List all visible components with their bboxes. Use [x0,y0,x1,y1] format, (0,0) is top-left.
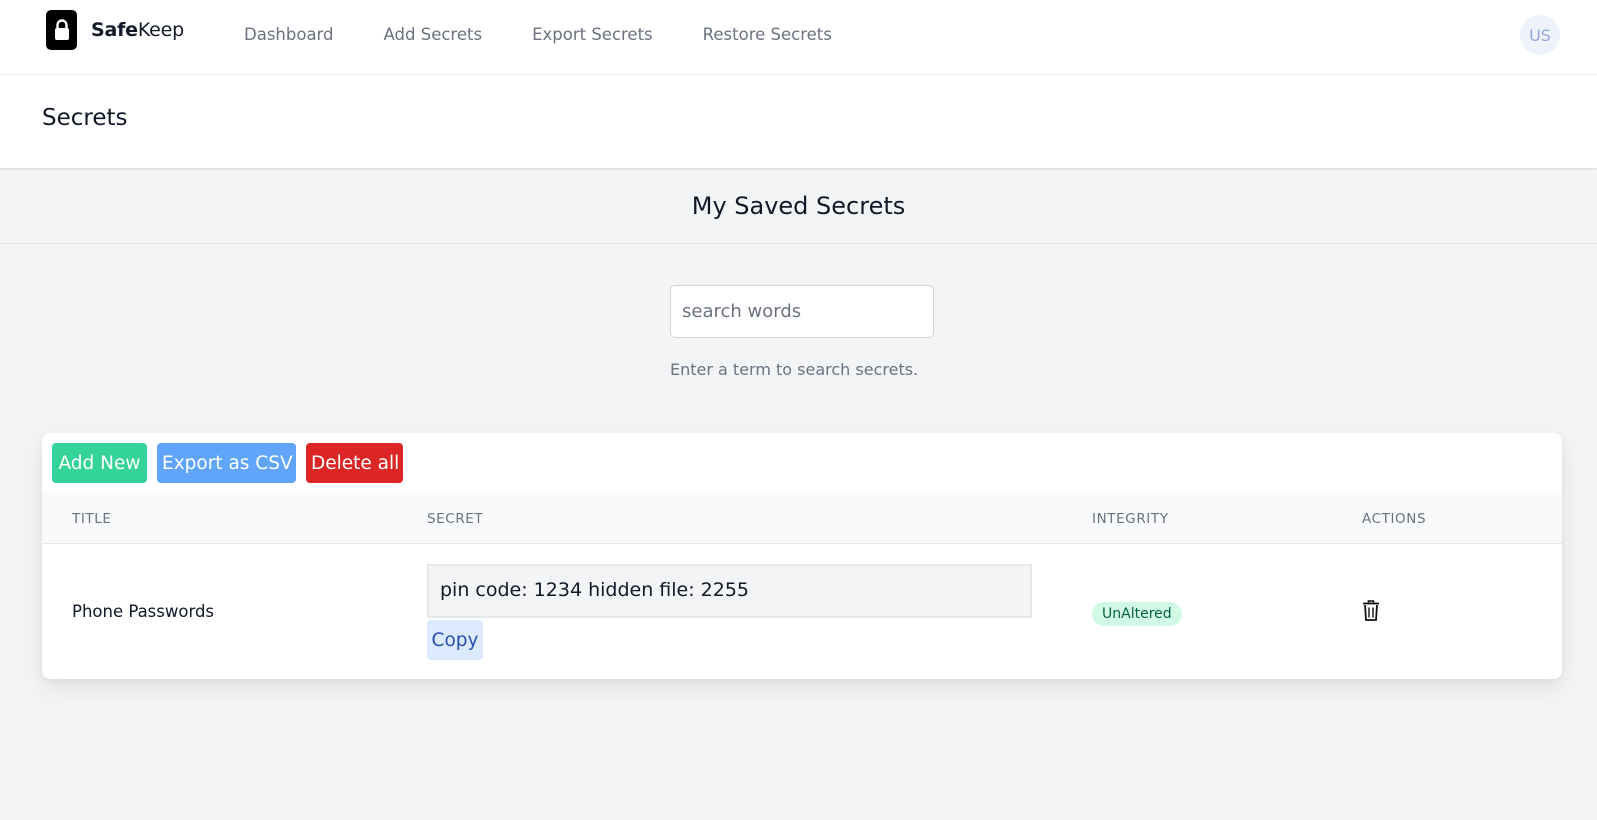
user-avatar[interactable]: US [1520,15,1560,55]
export-csv-button[interactable]: Export as CSV [157,443,296,483]
trash-icon[interactable] [1362,600,1384,624]
delete-all-button[interactable]: Delete all [306,443,403,483]
nav-links: Dashboard Add Secrets Export Secrets Res… [244,25,882,44]
page-title: Secrets [42,105,128,131]
copy-button[interactable]: Copy [427,620,483,660]
brand[interactable]: SafeKeep [46,10,184,50]
nav-link-dashboard[interactable]: Dashboard [244,25,334,44]
column-header-integrity: Integrity [1092,511,1169,527]
nav-link-export-secrets[interactable]: Export Secrets [532,25,653,44]
add-new-button[interactable]: Add New [52,443,147,483]
integrity-badge: UnAltered [1092,602,1182,626]
table-row: Phone Passwords pin code: 1234 hidden fi… [42,544,1562,679]
search-input[interactable] [670,285,934,338]
brand-name-bold: Safe [91,19,138,41]
section-title: My Saved Secrets [691,191,906,220]
column-header-secret: Secret [427,511,484,527]
brand-name-light: Keep [137,19,185,41]
top-navigation: SafeKeep Dashboard Add Secrets Export Se… [0,0,1597,75]
column-header-title: Title [72,511,112,527]
brand-name: SafeKeep [91,19,184,41]
nav-link-restore-secrets[interactable]: Restore Secrets [703,25,832,44]
page-header: Secrets [0,75,1597,168]
secret-title: Phone Passwords [72,602,215,621]
table-header: Title Secret Integrity Actions [42,492,1562,544]
secret-value-field[interactable]: pin code: 1234 hidden file: 2255 [427,564,1032,618]
column-header-actions: Actions [1362,511,1427,527]
section-header: My Saved Secrets [0,168,1597,244]
lock-icon [46,10,77,50]
toolbar: Add New Export as CSV Delete all [52,443,403,483]
secrets-card: Add New Export as CSV Delete all Title S… [42,433,1562,679]
search-hint: Enter a term to search secrets. [670,360,919,379]
nav-link-add-secrets[interactable]: Add Secrets [384,25,483,44]
